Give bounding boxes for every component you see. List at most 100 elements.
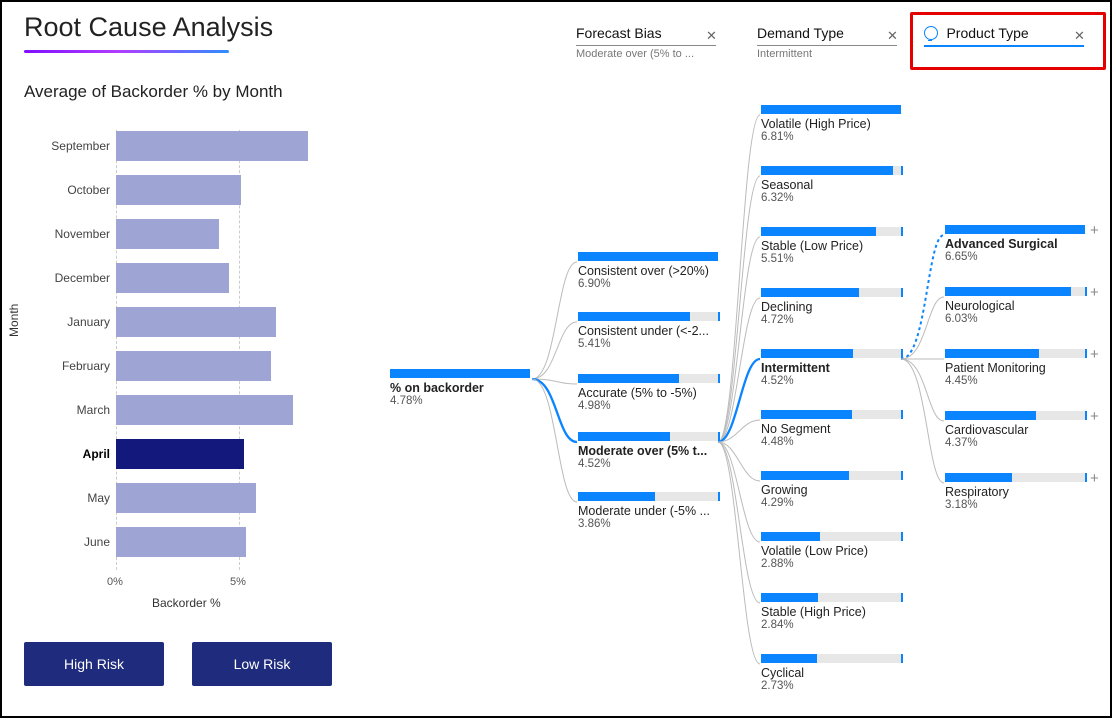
node-pct: 4.98% (578, 400, 718, 412)
tree-node[interactable]: Cyclical2.73% (761, 654, 901, 692)
node-name: % on backorder (390, 381, 530, 395)
node-name: Intermittent (761, 361, 901, 375)
low-risk-button[interactable]: Low Risk (192, 642, 332, 686)
node-bar (945, 287, 1085, 296)
tree-node[interactable]: Declining4.72% (761, 288, 901, 326)
bar[interactable] (116, 351, 271, 381)
bar[interactable] (116, 131, 308, 161)
tree-node[interactable]: Stable (High Price)2.84% (761, 593, 901, 631)
tree-node[interactable]: No Segment4.48% (761, 410, 901, 448)
month-label: January (67, 315, 110, 329)
node-pct: 6.90% (578, 278, 718, 290)
title-underline (24, 50, 229, 53)
bar[interactable] (116, 219, 219, 249)
expand-icon[interactable]: + (1090, 470, 1099, 487)
node-pct: 4.72% (761, 314, 901, 326)
tree-node[interactable]: Neurological6.03% (945, 287, 1085, 325)
node-pct: 4.78% (390, 395, 530, 407)
month-label: April (83, 447, 110, 461)
high-risk-button[interactable]: High Risk (24, 642, 164, 686)
node-name: Consistent over (>20%) (578, 264, 718, 278)
node-bar (945, 411, 1085, 420)
node-bar (578, 312, 718, 321)
node-bar (945, 225, 1085, 234)
tree-node[interactable]: Advanced Surgical6.65% (945, 225, 1085, 263)
node-bar (578, 492, 718, 501)
page-title: Root Cause Analysis (24, 12, 273, 43)
tree-node[interactable]: Consistent over (>20%)6.90% (578, 252, 718, 290)
node-pct: 6.65% (945, 251, 1085, 263)
node-pct: 2.73% (761, 680, 901, 692)
bar[interactable] (116, 307, 276, 337)
tree-node[interactable]: Patient Monitoring4.45% (945, 349, 1085, 387)
tree-node[interactable]: Respiratory3.18% (945, 473, 1085, 511)
node-name: Respiratory (945, 485, 1085, 499)
node-bar (578, 252, 718, 261)
left-chart-title: Average of Backorder % by Month (24, 82, 283, 102)
expand-icon[interactable]: + (1090, 408, 1099, 425)
node-name: Moderate under (-5% ... (578, 504, 718, 518)
tree-node[interactable]: % on backorder4.78% (390, 369, 530, 407)
tree-node[interactable]: Volatile (High Price)6.81% (761, 105, 901, 143)
node-bar (761, 166, 901, 175)
tree-node[interactable]: Seasonal6.32% (761, 166, 901, 204)
node-name: Growing (761, 483, 901, 497)
node-pct: 3.18% (945, 499, 1085, 511)
node-pct: 4.45% (945, 375, 1085, 387)
node-pct: 4.52% (761, 375, 901, 387)
bar[interactable] (116, 175, 241, 205)
node-name: Stable (Low Price) (761, 239, 901, 253)
node-name: Neurological (945, 299, 1085, 313)
month-label: September (51, 139, 110, 153)
bar[interactable] (116, 263, 229, 293)
month-label: March (77, 403, 110, 417)
month-label: December (55, 271, 110, 285)
node-pct: 4.29% (761, 497, 901, 509)
node-name: Volatile (Low Price) (761, 544, 901, 558)
node-pct: 6.81% (761, 131, 901, 143)
expand-icon[interactable]: + (1090, 346, 1099, 363)
node-name: Declining (761, 300, 901, 314)
node-pct: 6.03% (945, 313, 1085, 325)
node-bar (761, 410, 901, 419)
node-name: Consistent under (<-2... (578, 324, 718, 338)
node-bar (761, 105, 901, 114)
expand-icon[interactable]: + (1090, 222, 1099, 239)
node-bar (761, 288, 901, 297)
node-pct: 5.51% (761, 253, 901, 265)
month-label: October (67, 183, 110, 197)
tree-node[interactable]: Cardiovascular4.37% (945, 411, 1085, 449)
node-name: Seasonal (761, 178, 901, 192)
node-bar (761, 593, 901, 602)
tree-node[interactable]: Accurate (5% to -5%)4.98% (578, 374, 718, 412)
node-bar (761, 654, 901, 663)
node-name: No Segment (761, 422, 901, 436)
tree-node[interactable]: Moderate under (-5% ...3.86% (578, 492, 718, 530)
bar[interactable] (116, 483, 256, 513)
node-name: Stable (High Price) (761, 605, 901, 619)
month-label: November (55, 227, 110, 241)
tree-node[interactable]: Volatile (Low Price)2.88% (761, 532, 901, 570)
node-name: Patient Monitoring (945, 361, 1085, 375)
bar[interactable] (116, 439, 244, 469)
node-pct: 2.84% (761, 619, 901, 631)
expand-icon[interactable]: + (1090, 284, 1099, 301)
node-name: Accurate (5% to -5%) (578, 386, 718, 400)
tree-node[interactable]: Intermittent4.52% (761, 349, 901, 387)
node-pct: 3.86% (578, 518, 718, 530)
tree-node[interactable]: Stable (Low Price)5.51% (761, 227, 901, 265)
tree-node[interactable]: Moderate over (5% t...4.52% (578, 432, 718, 470)
bar[interactable] (116, 527, 246, 557)
node-bar (761, 471, 901, 480)
tree-node[interactable]: Growing4.29% (761, 471, 901, 509)
xtick-0: 0% (107, 576, 123, 588)
tree-view: % on backorder4.78% Consistent over (>20%… (382, 2, 1110, 718)
node-bar (761, 349, 901, 358)
bar[interactable] (116, 395, 293, 425)
node-bar (761, 227, 901, 236)
tree-node[interactable]: Consistent under (<-2...5.41% (578, 312, 718, 350)
x-axis-label: Backorder % (152, 596, 221, 610)
y-axis-label: Month (7, 304, 21, 337)
node-pct: 6.32% (761, 192, 901, 204)
node-pct: 2.88% (761, 558, 901, 570)
